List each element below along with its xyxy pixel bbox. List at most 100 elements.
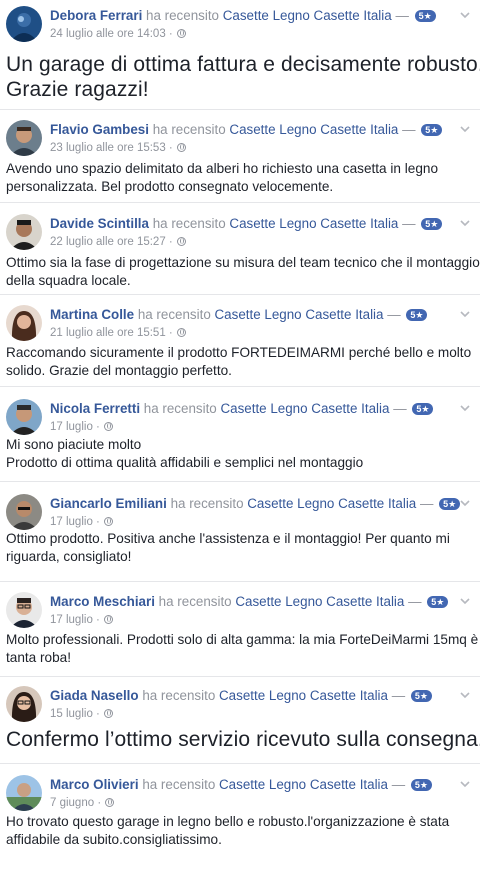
review-date[interactable]: 23 luglio alle ore 15:53 · xyxy=(50,142,173,154)
chevron-down-icon[interactable] xyxy=(460,10,470,20)
chevron-down-icon[interactable] xyxy=(460,309,470,319)
review-verb: ha recensito xyxy=(142,688,216,703)
review-text: Ottimo sia la fase di progettazione su m… xyxy=(6,254,480,290)
chevron-down-icon[interactable] xyxy=(460,403,470,413)
reviewer-name[interactable]: Giada Nasello xyxy=(50,688,139,703)
avatar[interactable] xyxy=(6,592,42,628)
rating-badge: 5★ xyxy=(421,124,443,136)
review-text: Raccomando sicuramente il prodotto FORTE… xyxy=(6,344,472,380)
globe-icon xyxy=(104,615,114,624)
separator-dash: — xyxy=(402,122,416,137)
separator-dash: — xyxy=(391,688,406,703)
review-text: Avendo uno spazio delimitato da alberi h… xyxy=(6,160,472,196)
chevron-down-icon[interactable] xyxy=(460,498,470,508)
review-text: Confermo l’ottimo servizio ricevuto sull… xyxy=(6,727,480,752)
review-verb: ha recensito xyxy=(152,216,226,231)
page-link[interactable]: Casette Legno Casette Italia xyxy=(220,401,389,416)
page-link[interactable]: Casette Legno Casette Italia xyxy=(229,216,398,231)
reviewer-name[interactable]: Marco Olivieri xyxy=(50,777,139,792)
rating-badge: 5★ xyxy=(414,10,436,22)
avatar[interactable] xyxy=(6,775,42,811)
divider xyxy=(0,581,480,582)
reviewer-name[interactable]: Flavio Gambesi xyxy=(50,122,149,137)
rating-badge: 5★ xyxy=(410,690,432,702)
divider xyxy=(0,294,480,295)
review-text-line: solido. Grazie del montaggio perfetto. xyxy=(6,363,232,378)
chevron-down-icon[interactable] xyxy=(460,124,470,134)
review-date[interactable]: 24 luglio alle ore 14:03 · xyxy=(50,28,173,40)
reviewer-name[interactable]: Giancarlo Emiliani xyxy=(50,496,167,511)
review-verb: ha recensito xyxy=(170,496,244,511)
review-text-line: Prodotto di ottima qualità affidabili e … xyxy=(6,455,364,470)
review-date[interactable]: 17 luglio · xyxy=(50,516,100,528)
avatar[interactable] xyxy=(6,399,42,435)
review-text-line: riguarda, consigliato! xyxy=(6,549,132,564)
review-meta: 22 luglio alle ore 15:27 · xyxy=(50,235,186,249)
page-link[interactable]: Casette Legno Casette Italia xyxy=(219,777,388,792)
reviewer-name[interactable]: Nicola Ferretti xyxy=(50,401,140,416)
review-date[interactable]: 15 luglio · xyxy=(50,708,100,720)
review-meta: 23 luglio alle ore 15:53 · xyxy=(50,141,186,155)
review-date[interactable]: 22 luglio alle ore 15:27 · xyxy=(50,236,173,248)
avatar[interactable] xyxy=(6,494,42,530)
review-date[interactable]: 17 luglio · xyxy=(50,421,100,433)
review-verb: ha recensito xyxy=(152,122,226,137)
page-link[interactable]: Casette Legno Casette Italia xyxy=(235,594,404,609)
separator-dash: — xyxy=(408,594,422,609)
separator-dash: — xyxy=(393,401,407,416)
globe-icon xyxy=(176,29,186,38)
review-text-line: Confermo l’ottimo servizio ricevuto sull… xyxy=(6,728,480,751)
review-text-line: tanta roba! xyxy=(6,650,71,665)
avatar[interactable] xyxy=(6,305,42,341)
review-text: Ottimo prodotto. Positiva anche l'assist… xyxy=(6,530,472,566)
review-header: Marco Olivieri ha recensito Casette Legn… xyxy=(50,777,452,793)
divider xyxy=(0,202,480,203)
review-text-line: Ho trovato questo garage in legno bello … xyxy=(6,814,450,829)
review-header: Giancarlo Emiliani ha recensito Casette … xyxy=(50,496,461,512)
avatar[interactable] xyxy=(6,120,42,156)
review-text: Molto professionali. Prodotti solo di al… xyxy=(6,631,478,667)
review-verb: ha recensito xyxy=(143,401,217,416)
review-header: Davide Scintilla ha recensito Casette Le… xyxy=(50,216,452,232)
review-text-line: personalizzata. Bel prodotto consegnato … xyxy=(6,179,334,194)
reviewer-name[interactable]: Debora Ferrari xyxy=(50,8,142,23)
page-link[interactable]: Casette Legno Casette Italia xyxy=(229,122,398,137)
review-meta: 24 luglio alle ore 14:03 · xyxy=(50,27,186,41)
globe-icon xyxy=(176,328,186,337)
review-header: Nicola Ferretti ha recensito Casette Leg… xyxy=(50,401,452,417)
reviewer-name[interactable]: Marco Meschiari xyxy=(50,594,155,609)
chevron-down-icon[interactable] xyxy=(460,218,470,228)
reviewer-name[interactable]: Martina Colle xyxy=(50,307,134,322)
review-text: Un garage di ottima fattura e decisament… xyxy=(6,52,480,102)
rating-badge: 5★ xyxy=(421,218,443,230)
chevron-down-icon[interactable] xyxy=(460,779,470,789)
review-date[interactable]: 7 giugno · xyxy=(50,797,101,809)
review-meta: 17 luglio · xyxy=(50,420,114,434)
globe-icon xyxy=(104,422,114,431)
review-text-line: Mi sono piaciute molto xyxy=(6,437,142,452)
chevron-down-icon[interactable] xyxy=(460,690,470,700)
chevron-down-icon[interactable] xyxy=(460,596,470,606)
review-date[interactable]: 17 luglio · xyxy=(50,614,100,626)
review-text-line: Raccomando sicuramente il prodotto FORTE… xyxy=(6,345,472,360)
globe-icon xyxy=(104,517,114,526)
page-link[interactable]: Casette Legno Casette Italia xyxy=(247,496,416,511)
review-text: Ho trovato questo garage in legno bello … xyxy=(6,813,472,849)
avatar[interactable] xyxy=(6,6,42,42)
reviewer-name[interactable]: Davide Scintilla xyxy=(50,216,149,231)
review-verb: ha recensito xyxy=(142,777,216,792)
avatar[interactable] xyxy=(6,686,42,722)
avatar[interactable] xyxy=(6,214,42,250)
review-meta: 21 luglio alle ore 15:51 · xyxy=(50,326,186,340)
divider xyxy=(0,109,480,110)
rating-badge: 5★ xyxy=(427,596,449,608)
review-text-line: della squadra locale. xyxy=(6,273,131,288)
page-link[interactable]: Casette Legno Casette Italia xyxy=(219,688,388,703)
divider xyxy=(0,481,480,482)
page-link[interactable]: Casette Legno Casette Italia xyxy=(215,307,384,322)
page-link[interactable]: Casette Legno Casette Italia xyxy=(223,8,392,23)
globe-icon xyxy=(105,798,115,807)
review-text-line: affidabile da subito.consigliatissimo. xyxy=(6,832,222,847)
review-date[interactable]: 21 luglio alle ore 15:51 · xyxy=(50,327,173,339)
globe-icon xyxy=(104,709,114,718)
